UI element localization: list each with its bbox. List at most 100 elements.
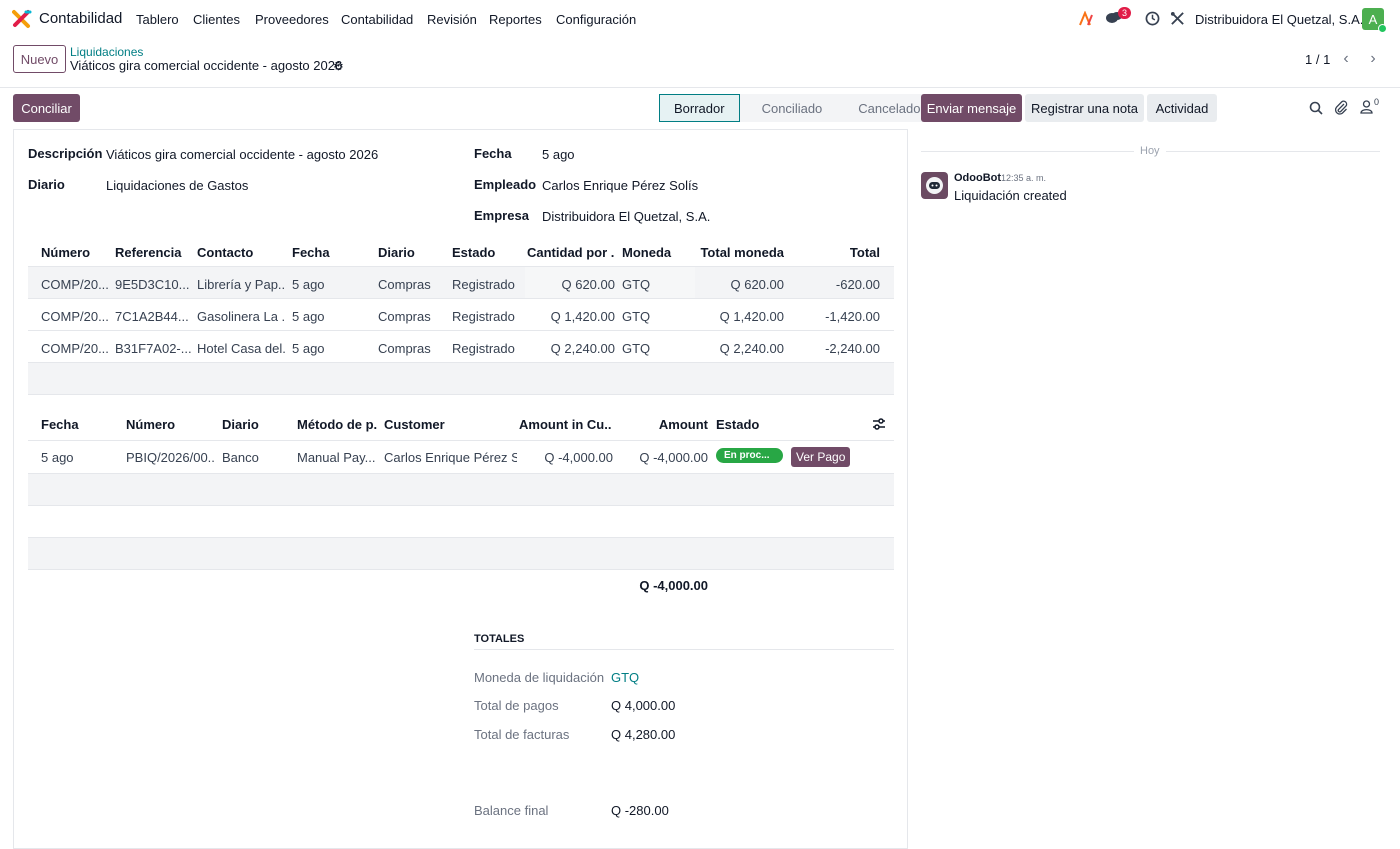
divider (28, 569, 894, 570)
activity-button[interactable]: Actividad (1147, 94, 1217, 122)
company-switcher[interactable]: Distribuidora El Quetzal, S.A. (1195, 12, 1363, 27)
menu-tablero[interactable]: Tablero (136, 12, 179, 27)
col-numero[interactable]: Número (41, 245, 111, 260)
menu-proveedores[interactable]: Proveedores (255, 12, 329, 27)
cell-moneda: GTQ (622, 341, 651, 356)
cell-total: -1,420.00 (825, 309, 880, 324)
col-diario[interactable]: Diario (378, 245, 448, 260)
col-referencia[interactable]: Referencia (115, 245, 193, 260)
messages-button[interactable]: 3 (1105, 7, 1132, 28)
control-panel: Nuevo Liquidaciones Viáticos gira comerc… (0, 38, 1400, 88)
col-pago-customer[interactable]: Customer (384, 417, 504, 432)
moneda-link[interactable]: GTQ (611, 670, 639, 685)
ai-assistant-icon[interactable] (1078, 11, 1094, 27)
menu-contabilidad[interactable]: Contabilidad (341, 12, 413, 27)
paperclip-icon[interactable] (1334, 100, 1348, 115)
cell-total: -2,240.00 (825, 341, 880, 356)
messages-count-badge: 3 (1118, 7, 1132, 19)
reconcile-button[interactable]: Conciliar (13, 94, 80, 122)
col-moneda[interactable]: Moneda (622, 245, 692, 260)
col-pago-metodo[interactable]: Método de p... (297, 417, 377, 432)
col-cantidad[interactable]: Cantidad por ... (527, 245, 615, 260)
gear-icon[interactable]: ⚙ (333, 59, 344, 73)
cell-pago-amount: Q -4,000.00 (639, 450, 708, 465)
stage-borrador[interactable]: Borrador (659, 94, 740, 122)
new-button[interactable]: Nuevo (13, 45, 66, 73)
pager-value[interactable]: 1 / 1 (1305, 52, 1330, 67)
message-author[interactable]: OdooBot (954, 172, 1001, 184)
descripcion-field[interactable]: Viáticos gira comercial occidente - agos… (106, 147, 378, 162)
optional-columns-icon[interactable] (872, 417, 886, 431)
status-badge: En proc... (716, 448, 783, 463)
pager-next-button[interactable]: › (1360, 46, 1386, 72)
col-pago-diario[interactable]: Diario (222, 417, 292, 432)
empleado-field[interactable]: Carlos Enrique Pérez Solís (542, 178, 698, 193)
col-pago-estado[interactable]: Estado (716, 417, 786, 432)
pager-previous-button[interactable]: ‹ (1333, 46, 1359, 72)
cell-referencia: 7C1A2B44... (115, 309, 189, 324)
cell-contacto: Gasolinera La ... (197, 309, 285, 324)
menu-clientes[interactable]: Clientes (193, 12, 240, 27)
cell-estado: Registrado (452, 309, 515, 324)
cell-fecha: 5 ago (292, 341, 325, 356)
debug-tools-icon[interactable] (1170, 11, 1185, 26)
cell-fecha: 5 ago (292, 309, 325, 324)
empresa-field[interactable]: Distribuidora El Quetzal, S.A. (542, 209, 710, 224)
online-status-dot (1378, 24, 1387, 33)
app-name[interactable]: Contabilidad (39, 10, 122, 27)
col-pago-numero[interactable]: Número (126, 417, 216, 432)
balance-value: Q -280.00 (611, 803, 669, 818)
col-pago-amount-currency[interactable]: Amount in Cu... (519, 417, 611, 432)
stage-conciliado[interactable]: Conciliado (739, 94, 837, 122)
cell-estado: Registrado (452, 341, 515, 356)
cell-pago-fecha: 5 ago (41, 450, 74, 465)
record-title: Viáticos gira comercial occidente - agos… (70, 58, 343, 73)
col-estado[interactable]: Estado (452, 245, 522, 260)
table-empty-row (28, 363, 894, 394)
col-pago-amount[interactable]: Amount (624, 417, 708, 432)
log-note-button[interactable]: Registrar una nota (1025, 94, 1144, 122)
empresa-label: Empresa (474, 208, 529, 223)
cell-fecha: 5 ago (292, 277, 325, 292)
search-icon[interactable] (1309, 101, 1323, 115)
cell-pago-customer: Carlos Enrique Pérez S... (384, 450, 517, 465)
cell-total-moneda: Q 1,420.00 (719, 309, 784, 324)
followers-count: 0 (1374, 97, 1380, 107)
user-avatar[interactable]: A (1362, 8, 1387, 33)
divider (28, 505, 894, 506)
totals-title: TOTALES (474, 633, 525, 645)
cell-diario: Compras (378, 341, 431, 356)
col-fecha[interactable]: Fecha (292, 245, 372, 260)
payments-total: Q -4,000.00 (639, 578, 708, 593)
col-total[interactable]: Total (804, 245, 880, 260)
cell-pago-amount-currency: Q -4,000.00 (544, 450, 613, 465)
empleado-label: Empleado (474, 177, 537, 192)
cell-numero: COMP/20... (41, 277, 109, 292)
cell-cantidad: Q 620.00 (561, 277, 616, 292)
menu-configuracion[interactable]: Configuración (556, 12, 636, 27)
cell-referencia: B31F7A02-... (115, 341, 191, 356)
followers-button[interactable]: 0 (1360, 97, 1384, 116)
activity-clock-icon[interactable] (1145, 11, 1160, 26)
descripcion-label: Descripción (28, 146, 103, 161)
chatter: Enviar mensaje Registrar una nota Activi… (914, 88, 1400, 833)
fecha-field[interactable]: 5 ago (542, 147, 575, 162)
menu-reportes[interactable]: Reportes (489, 12, 542, 27)
col-total-moneda[interactable]: Total moneda (694, 245, 784, 260)
col-pago-fecha[interactable]: Fecha (41, 417, 121, 432)
cell-moneda: GTQ (622, 277, 651, 292)
total-pagos-label: Total de pagos (474, 698, 559, 713)
diario-field[interactable]: Liquidaciones de Gastos (106, 178, 248, 193)
total-facturas-label: Total de facturas (474, 727, 570, 742)
total-facturas-value: Q 4,280.00 (611, 727, 676, 742)
breadcrumb-liquidaciones[interactable]: Liquidaciones (70, 45, 143, 59)
col-contacto[interactable]: Contacto (197, 245, 287, 260)
menu-revision[interactable]: Revisión (427, 12, 477, 27)
odoobot-avatar[interactable] (921, 172, 948, 199)
balance-label: Balance final (474, 803, 549, 818)
chevron-right-icon: › (1370, 50, 1376, 67)
view-payment-button[interactable]: Ver Pago (791, 447, 851, 467)
cell-total-moneda: Q 620.00 (730, 277, 785, 292)
app-logo-icon[interactable] (12, 9, 32, 29)
send-message-button[interactable]: Enviar mensaje (921, 94, 1022, 122)
